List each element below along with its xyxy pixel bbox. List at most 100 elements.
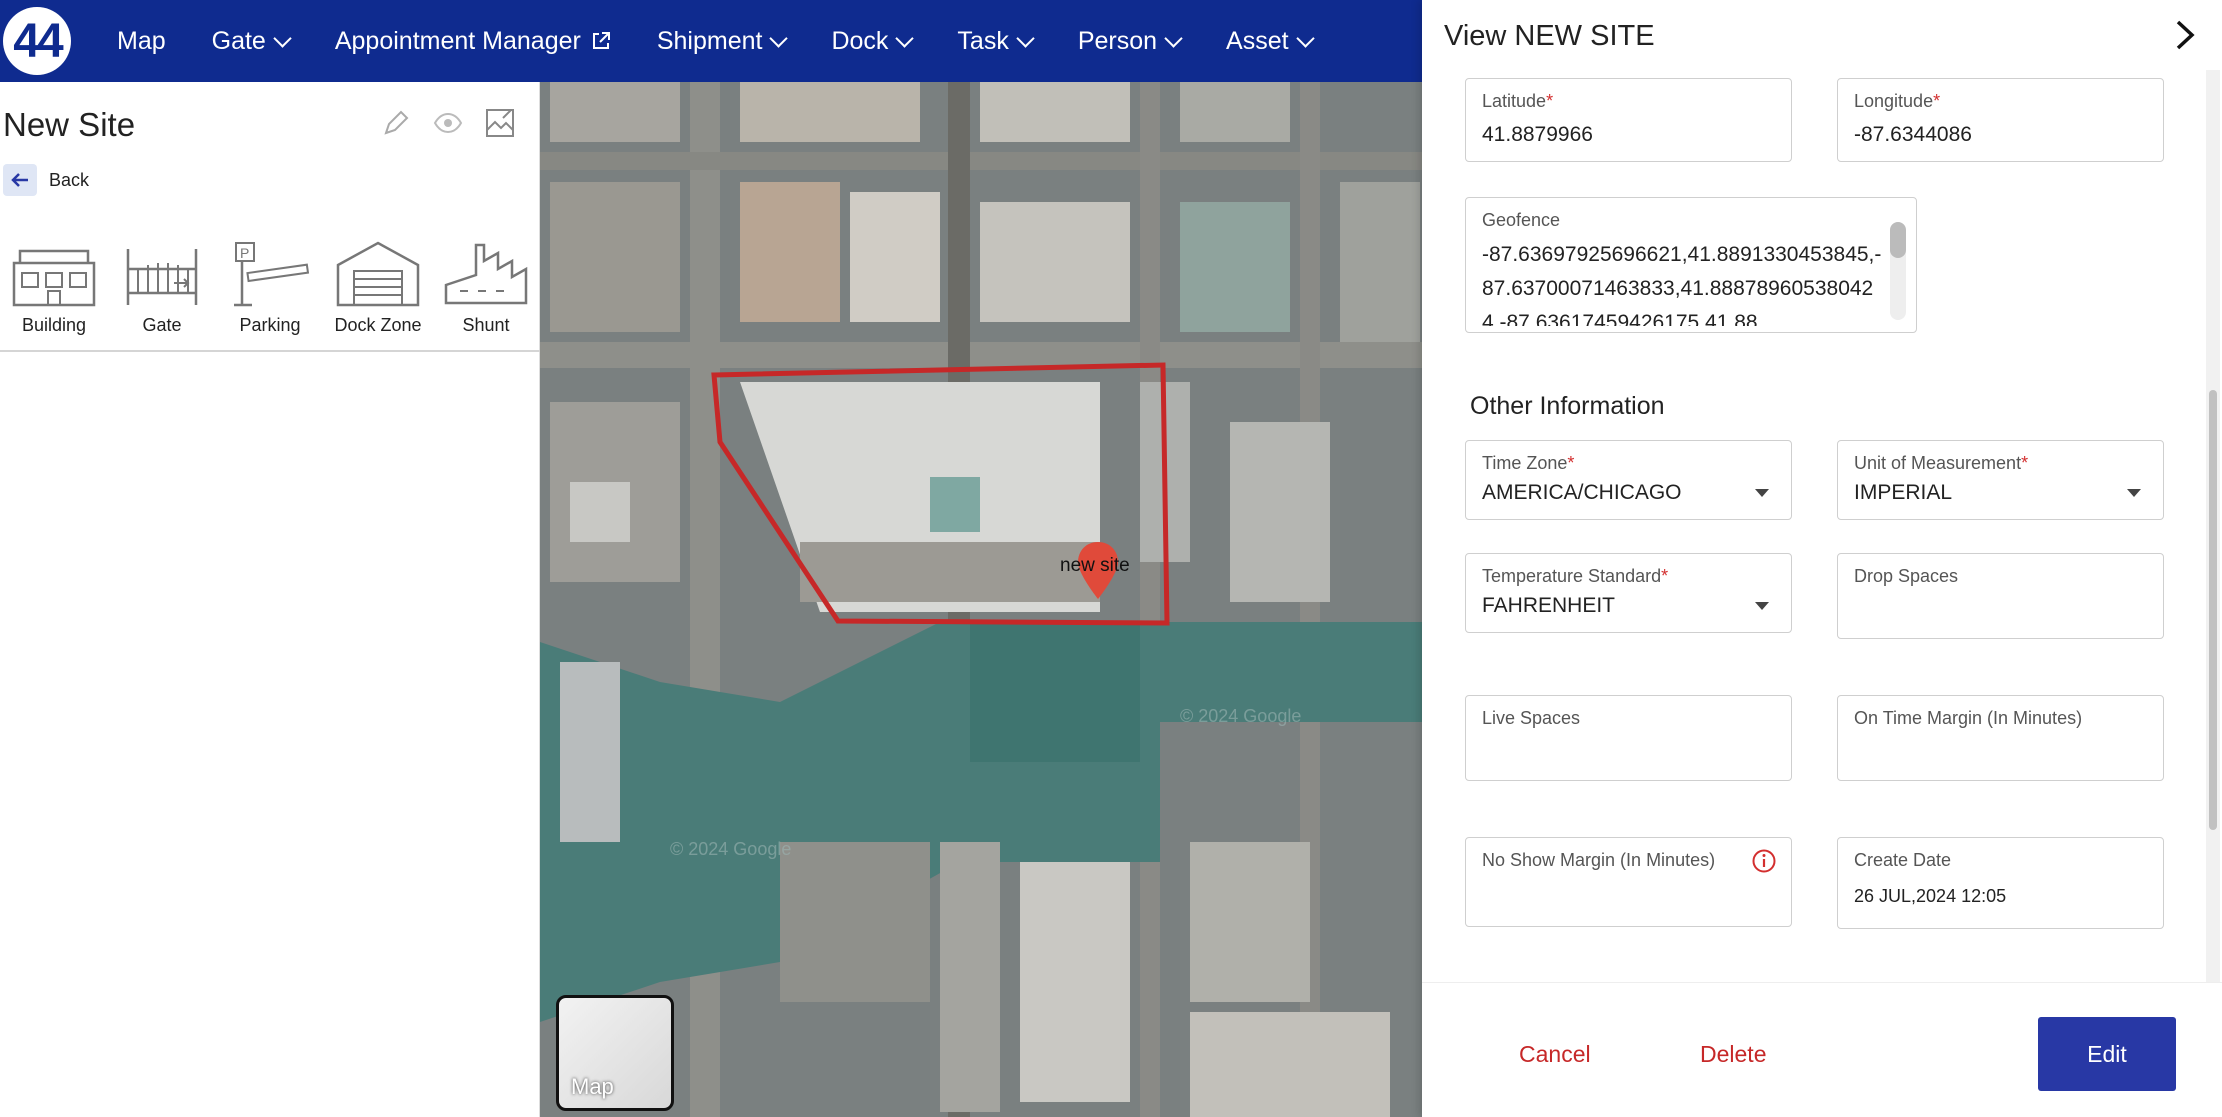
nav-item-asset[interactable]: Asset — [1226, 27, 1315, 56]
parking-icon: P — [234, 242, 310, 307]
nav-item-gate[interactable]: Gate — [211, 26, 292, 56]
nav-label: Gate — [211, 26, 266, 55]
site-panel: New Site Back Building Gate P Parking Do… — [0, 82, 540, 1117]
marker-label: new site — [1060, 555, 1130, 576]
longitude-value: -87.6344086 — [1854, 123, 1972, 146]
asset-shunt[interactable]: Shunt — [442, 239, 530, 336]
nav-label: Shipment — [656, 26, 763, 55]
no-show-margin-field[interactable]: No Show Margin (In Minutes) — [1465, 837, 1792, 927]
asset-label: Parking — [239, 315, 301, 335]
longitude-field[interactable]: Longitude* -87.6344086 — [1837, 78, 2164, 162]
info-icon[interactable] — [1751, 848, 1777, 874]
chevron-down-icon — [273, 28, 292, 48]
field-label: On Time Margin (In Minutes) — [1854, 708, 2083, 728]
drawer-scrollbar[interactable] — [2206, 70, 2220, 982]
svg-text:P: P — [240, 245, 249, 261]
nav-label: Map — [117, 26, 166, 55]
top-navigation: 44 Map Gate Appointment Manager Shipment… — [0, 0, 1422, 82]
nav-label: Task — [957, 26, 1009, 55]
field-label: Drop Spaces — [1854, 566, 1959, 586]
drawer-title: View NEW SITE — [1444, 20, 1655, 52]
app-logo[interactable]: 44 — [3, 7, 71, 75]
cancel-button[interactable]: Cancel — [1519, 1041, 1591, 1068]
chevron-down-icon — [1164, 28, 1183, 48]
logo-text: 44 — [13, 14, 63, 68]
time-zone-select[interactable]: Time Zone* AMERICA/CHICAGO — [1465, 440, 1792, 520]
arrow-left-icon — [3, 164, 37, 196]
geofence-scrollbar[interactable] — [1890, 222, 1906, 320]
building-icon — [12, 249, 96, 307]
drawer-body: Latitude* 41.8879966 Longitude* -87.6344… — [1422, 70, 2207, 982]
nav-label: Appointment Manager — [334, 26, 581, 55]
nav-label: Person — [1077, 26, 1158, 55]
dock-zone-icon — [336, 241, 420, 307]
asset-label: Gate — [142, 315, 182, 335]
asset-parking[interactable]: P Parking — [226, 239, 314, 336]
live-spaces-field[interactable]: Live Spaces — [1465, 695, 1792, 781]
caret-down-icon — [2127, 489, 2141, 497]
label-text: Unit of Measurement — [1854, 453, 2022, 473]
shunt-icon — [444, 243, 528, 305]
satellite-map: new site © 2024 Google © 2024 Google — [540, 82, 1422, 1117]
field-label: No Show Margin (In Minutes) — [1482, 850, 1716, 870]
map-view[interactable]: new site © 2024 Google © 2024 Google Map — [540, 82, 1422, 1117]
asset-label: Building — [21, 315, 87, 335]
field-label: Longitude* — [1854, 91, 1941, 111]
scrollbar-thumb[interactable] — [2209, 390, 2217, 830]
label-text: Longitude — [1854, 91, 1934, 111]
field-label: Geofence — [1482, 210, 1561, 230]
temperature-value: FAHRENHEIT — [1482, 594, 1616, 617]
asset-toolbar: Building Gate P Parking Dock Zone Shunt — [0, 232, 540, 352]
field-label: Latitude* — [1482, 91, 1554, 111]
nav-item-person[interactable]: Person — [1077, 26, 1183, 56]
geofence-value: -87.63697925696621,41.8891330453845,-87.… — [1482, 243, 1882, 326]
latitude-field[interactable]: Latitude* 41.8879966 — [1465, 78, 1792, 162]
asset-label: Dock Zone — [334, 315, 422, 335]
temperature-standard-select[interactable]: Temperature Standard* FAHRENHEIT — [1465, 553, 1792, 633]
asset-gate[interactable]: Gate — [118, 239, 206, 336]
field-label: Time Zone* — [1482, 453, 1575, 473]
map-watermark: © 2024 Google — [670, 839, 791, 859]
map-watermark: © 2024 Google — [1180, 706, 1301, 726]
chevron-down-icon — [1295, 28, 1315, 48]
asset-dock-zone[interactable]: Dock Zone — [334, 239, 422, 336]
field-label: Unit of Measurement* — [1854, 453, 2029, 473]
asset-label: Shunt — [462, 315, 510, 335]
chevron-down-icon — [769, 28, 789, 48]
geofence-field[interactable]: Geofence -87.63697925696621,41.889133045… — [1465, 197, 1917, 333]
pencil-icon[interactable] — [381, 108, 411, 138]
on-time-margin-field[interactable]: On Time Margin (In Minutes) — [1837, 695, 2164, 781]
map-type-toggle[interactable]: Map — [556, 995, 674, 1111]
create-date-field: Create Date 26 JUL,2024 12:05 — [1837, 837, 2164, 929]
map-edit-icon[interactable] — [485, 108, 515, 138]
nav-item-shipment[interactable]: Shipment — [656, 26, 789, 56]
back-button[interactable]: Back — [3, 164, 89, 196]
time-zone-value: AMERICA/CHICAGO — [1482, 481, 1682, 504]
drop-spaces-field[interactable]: Drop Spaces — [1837, 553, 2164, 639]
latitude-value: 41.8879966 — [1482, 123, 1593, 146]
external-link-icon — [592, 32, 610, 49]
nav-item-task[interactable]: Task — [957, 26, 1035, 56]
caret-down-icon — [1755, 489, 1769, 497]
edit-button[interactable]: Edit — [2038, 1017, 2176, 1091]
view-site-drawer: View NEW SITE Latitude* 41.8879966 Longi… — [1422, 0, 2222, 1117]
chevron-right-icon[interactable] — [2170, 18, 2200, 52]
asset-building[interactable]: Building — [10, 239, 98, 336]
unit-of-measurement-select[interactable]: Unit of Measurement* IMPERIAL — [1837, 440, 2164, 520]
gate-icon — [126, 249, 198, 305]
field-label: Create Date — [1854, 850, 1952, 870]
label-text: Temperature Standard — [1482, 566, 1662, 586]
map-toggle-label: Map — [571, 1074, 614, 1099]
site-title: New Site — [3, 106, 136, 143]
chevron-down-icon — [1016, 28, 1035, 48]
drawer-footer: Cancel Delete Edit — [1422, 982, 2222, 1117]
nav-label: Dock — [831, 26, 889, 55]
delete-button[interactable]: Delete — [1700, 1041, 1766, 1068]
label-text: Time Zone — [1482, 453, 1568, 473]
field-label: Temperature Standard* — [1482, 566, 1669, 586]
nav-item-appointment-manager[interactable]: Appointment Manager — [335, 27, 611, 56]
nav-item-dock[interactable]: Dock — [831, 26, 915, 56]
nav-item-map[interactable]: Map — [117, 27, 166, 56]
eye-icon[interactable] — [433, 108, 463, 138]
chevron-down-icon — [895, 28, 915, 48]
